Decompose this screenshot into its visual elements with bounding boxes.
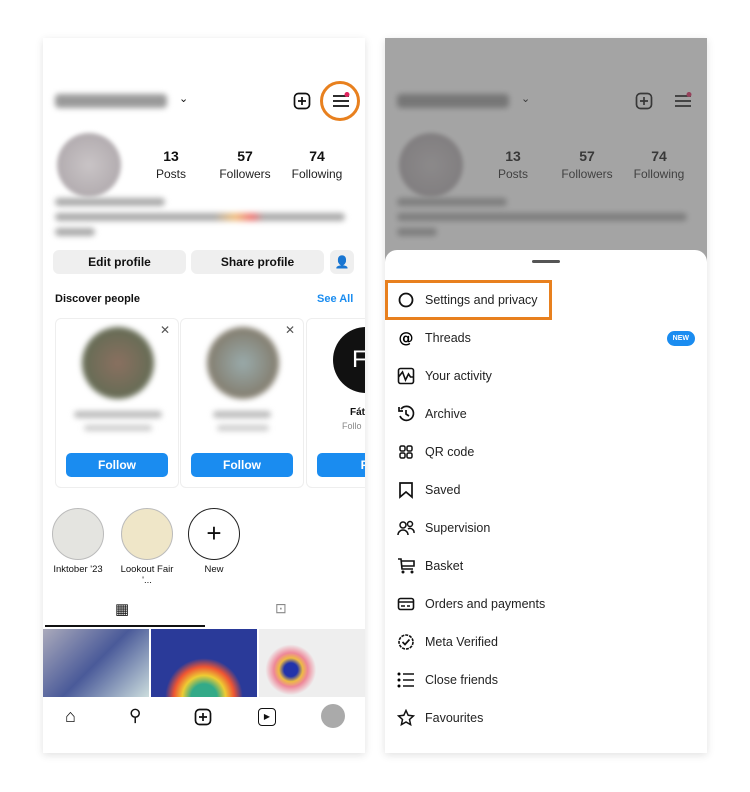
add-person-button[interactable]: 👤 — [330, 250, 354, 274]
post-thumbnail[interactable] — [43, 629, 149, 697]
post-thumbnail[interactable] — [151, 629, 257, 697]
suggestion-avatar[interactable]: Fa — [333, 327, 365, 393]
edit-profile-button[interactable]: Edit profile — [53, 250, 186, 274]
menu-item-meta-verified[interactable]: Meta Verified — [397, 627, 695, 657]
grid-icon[interactable]: ▦ — [115, 600, 129, 618]
follow-button[interactable]: Follow — [66, 453, 168, 477]
tagged-icon[interactable]: ⊡ — [275, 600, 287, 617]
follow-button[interactable]: Follow — [191, 453, 293, 477]
dismiss-icon[interactable]: ✕ — [160, 323, 170, 337]
new-badge: NEW — [666, 330, 695, 346]
menu-item-threads[interactable]: @ Threads NEW — [397, 323, 695, 353]
archive-icon — [398, 405, 415, 422]
new-highlight-button[interactable]: + New — [187, 508, 241, 575]
avatar[interactable] — [57, 133, 121, 197]
menu-item-label: Settings and privacy — [425, 293, 538, 307]
supervision-icon — [397, 520, 415, 536]
menu-item-archive[interactable]: Archive — [397, 399, 695, 429]
chevron-down-icon[interactable]: ⌄ — [179, 92, 188, 105]
qr-code-icon — [399, 445, 413, 459]
create-icon[interactable] — [194, 708, 212, 726]
suggestion-avatar[interactable] — [207, 327, 279, 399]
menu-screen: ⌄ 13Posts 57Followers 74Following Settin… — [385, 38, 707, 753]
menu-item-favourites[interactable]: Favourites — [397, 703, 695, 733]
threads-icon: @ — [399, 329, 414, 347]
suggestion-subtitle: Follo — [342, 421, 362, 431]
highlight-lookout-fair[interactable]: Lookout Fair '... — [118, 508, 176, 586]
see-all-link[interactable]: See All — [317, 293, 353, 305]
suggestion-card: ✕ Follow — [55, 318, 179, 488]
drag-handle[interactable] — [532, 260, 560, 263]
add-person-icon: 👤 — [334, 255, 350, 269]
menu-item-your-activity[interactable]: Your activity — [397, 361, 695, 391]
bio-blurred — [55, 213, 345, 221]
menu-item-label: QR code — [425, 445, 475, 459]
menu-item-basket[interactable]: Basket — [397, 551, 695, 581]
discover-people-heading: Discover people — [55, 293, 140, 305]
reels-icon[interactable]: ▶ — [258, 708, 276, 726]
suggestion-card: ✕ Follow — [180, 318, 304, 488]
menu-item-label: Supervision — [425, 521, 491, 535]
suggestion-avatar[interactable] — [82, 327, 154, 399]
menu-sheet: Settings and privacy @ Threads NEW Your acti… — [385, 250, 707, 753]
menu-item-label: Saved — [425, 483, 461, 497]
search-icon[interactable]: ⚲ — [129, 706, 141, 726]
posts-stat[interactable]: 13 Posts — [131, 148, 211, 181]
follow-button[interactable]: Fo — [317, 453, 365, 477]
new-post-icon[interactable] — [293, 92, 311, 110]
menu-item-saved[interactable]: Saved — [397, 475, 695, 505]
share-profile-button[interactable]: Share profile — [191, 250, 324, 274]
home-icon[interactable]: ⌂ — [65, 706, 76, 727]
bio-blurred — [55, 198, 165, 206]
dismiss-icon[interactable]: ✕ — [285, 323, 295, 337]
username-blurred[interactable] — [55, 94, 167, 108]
dim-overlay[interactable] — [385, 38, 707, 268]
menu-item-close-friends[interactable]: Close friends — [397, 665, 695, 695]
bio-blurred — [55, 228, 95, 236]
suggestion-name: Fát — [350, 407, 365, 418]
suggestion-card: Fa Fát Follo Fo — [306, 318, 365, 488]
menu-item-label: Meta Verified — [425, 635, 498, 649]
post-thumbnail[interactable] — [259, 629, 365, 697]
menu-item-settings-and-privacy[interactable]: Settings and privacy — [397, 285, 695, 315]
card-icon — [397, 597, 415, 611]
highlight-inktober[interactable]: Inktober '23 — [51, 508, 105, 575]
menu-item-label: Archive — [425, 407, 467, 421]
cart-icon — [398, 558, 415, 574]
menu-item-qr-code[interactable]: QR code — [397, 437, 695, 467]
following-stat[interactable]: 74 Following — [277, 148, 357, 181]
settings-icon — [398, 292, 414, 308]
close-friends-icon — [397, 672, 414, 688]
menu-item-label: Basket — [425, 559, 464, 573]
followers-stat[interactable]: 57 Followers — [205, 148, 285, 181]
activity-icon — [397, 367, 415, 385]
bookmark-icon — [399, 482, 413, 499]
menu-item-supervision[interactable]: Supervision — [397, 513, 695, 543]
menu-highlight-circle — [320, 81, 360, 121]
verified-icon — [398, 634, 414, 650]
menu-item-label: Threads — [425, 331, 471, 345]
svg-text:@: @ — [399, 329, 414, 347]
profile-tab-avatar[interactable] — [321, 704, 345, 728]
tab-indicator — [45, 625, 205, 627]
menu-item-label: Close friends — [425, 673, 498, 687]
menu-item-label: Orders and payments — [425, 597, 546, 611]
star-icon — [397, 709, 415, 727]
menu-item-label: Favourites — [425, 711, 484, 725]
menu-item-orders-and-payments[interactable]: Orders and payments — [397, 589, 695, 619]
profile-screen: ⌄ 13 Posts 57 Followers 74 Following Edit p… — [43, 38, 365, 753]
menu-item-label: Your activity — [425, 369, 492, 383]
